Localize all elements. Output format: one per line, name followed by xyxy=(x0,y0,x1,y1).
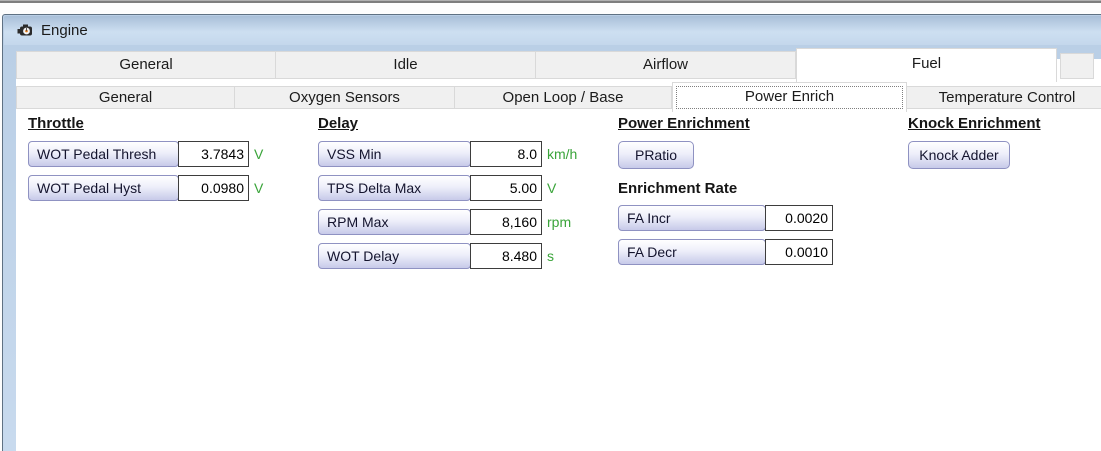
power-enrichment-section-title: Power Enrichment xyxy=(618,115,750,132)
tab-airflow[interactable]: Airflow xyxy=(536,51,796,79)
vss-min-unit: km/h xyxy=(547,141,577,167)
vss-min-label[interactable]: VSS Min xyxy=(318,141,471,167)
tps-delta-max-value[interactable]: 5.00 xyxy=(470,175,542,201)
wot-pedal-thresh-label[interactable]: WOT Pedal Thresh xyxy=(28,141,179,167)
throttle-section-title: Throttle xyxy=(28,115,84,132)
window-title: Engine xyxy=(41,22,88,39)
tab-power-enrich[interactable]: Power Enrich xyxy=(672,82,907,112)
window-titlebar[interactable]: Engine xyxy=(4,16,1101,45)
tab-partial-right[interactable] xyxy=(1060,53,1094,79)
rpm-max-value[interactable]: 8,160 xyxy=(470,209,542,235)
wot-pedal-hyst-label[interactable]: WOT Pedal Hyst xyxy=(28,175,179,201)
tab-general-top[interactable]: General xyxy=(16,51,276,79)
wot-pedal-thresh-unit: V xyxy=(254,141,263,167)
tab-oxygen-sensors[interactable]: Oxygen Sensors xyxy=(235,86,455,109)
wot-delay-label[interactable]: WOT Delay xyxy=(318,243,471,269)
wot-pedal-hyst-unit: V xyxy=(254,175,263,201)
fa-incr-value[interactable]: 0.0020 xyxy=(765,205,833,231)
fa-incr-label[interactable]: FA Incr xyxy=(618,205,766,231)
fa-decr-value[interactable]: 0.0010 xyxy=(765,239,833,265)
wot-delay-unit: s xyxy=(547,243,554,269)
tps-delta-max-label[interactable]: TPS Delta Max xyxy=(318,175,471,201)
wot-pedal-thresh-value[interactable]: 3.7843 xyxy=(178,141,249,167)
tab-fuel[interactable]: Fuel xyxy=(796,48,1057,82)
rpm-max-unit: rpm xyxy=(547,209,571,235)
engine-icon xyxy=(17,22,34,39)
screen: Engine General Idle Airflow Fuel General… xyxy=(0,0,1101,451)
knock-adder-button[interactable]: Knock Adder xyxy=(908,141,1010,169)
vss-min-value[interactable]: 8.0 xyxy=(470,141,542,167)
fa-decr-label[interactable]: FA Decr xyxy=(618,239,766,265)
delay-section-title: Delay xyxy=(318,115,358,132)
tab-general-sub[interactable]: General xyxy=(16,86,235,109)
tab-open-loop-base[interactable]: Open Loop / Base xyxy=(455,86,672,109)
tps-delta-max-unit: V xyxy=(547,175,556,201)
rpm-max-label[interactable]: RPM Max xyxy=(318,209,471,235)
wot-pedal-hyst-value[interactable]: 0.0980 xyxy=(178,175,249,201)
top-divider xyxy=(0,0,1101,3)
knock-enrichment-section-title: Knock Enrichment xyxy=(908,115,1041,132)
tab-idle[interactable]: Idle xyxy=(276,51,536,79)
enrichment-rate-section-title: Enrichment Rate xyxy=(618,180,737,197)
pratio-button[interactable]: PRatio xyxy=(618,141,694,169)
tab-temperature-control[interactable]: Temperature Control xyxy=(907,86,1101,109)
wot-delay-value[interactable]: 8.480 xyxy=(470,243,542,269)
